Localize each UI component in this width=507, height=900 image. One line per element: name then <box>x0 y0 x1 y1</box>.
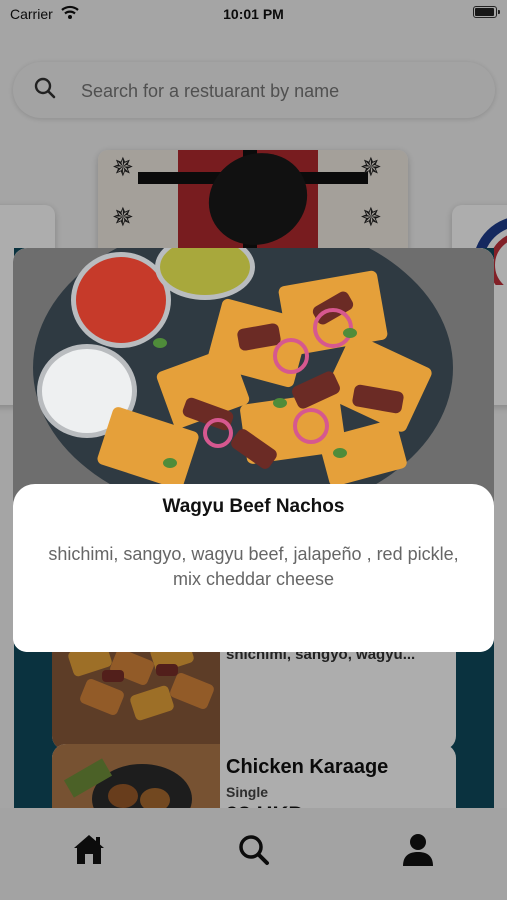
dish-photo <box>13 248 494 508</box>
app-screen: Carrier 10:01 PM ✵ ✵ <box>0 0 507 900</box>
popup-description: shichimi, sangyo, wagyu beef, jalapeño ,… <box>48 544 459 589</box>
menu-item-popup[interactable]: Wagyu Beef Nachos shichimi, sangyo, wagy… <box>13 248 494 652</box>
tab-bar <box>0 808 507 900</box>
popup-details: Wagyu Beef Nachos shichimi, sangyo, wagy… <box>13 484 494 652</box>
search-tab-icon[interactable] <box>234 830 274 870</box>
home-icon[interactable] <box>69 830 109 870</box>
popup-title: Wagyu Beef Nachos <box>162 496 345 517</box>
person-icon[interactable] <box>398 830 438 870</box>
